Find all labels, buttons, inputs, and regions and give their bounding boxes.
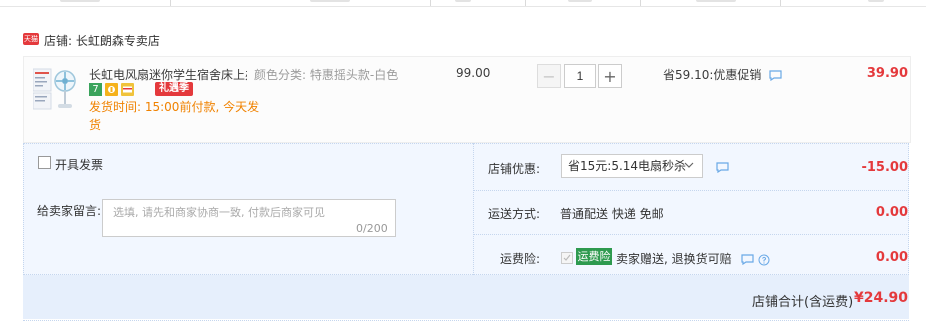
insurance-label: 运费险:	[499, 252, 540, 266]
ship-label: 运送方式:	[487, 207, 540, 221]
chevron-down-icon	[684, 162, 694, 168]
insurance-tag: 运费险	[576, 248, 612, 265]
product-sku: 颜色分类: 特惠摇头款-白色	[254, 68, 399, 82]
header-divider	[525, 0, 526, 6]
ship-time-line1: 发货时间: 15:00前付款, 今天发	[89, 100, 260, 114]
ship-method: 普通配送 快递 免邮	[560, 207, 664, 221]
bottom-divider	[23, 320, 909, 321]
insurance-desc: 卖家赠送, 退换货可赔	[616, 252, 732, 266]
insurance-cost: 0.00	[875, 250, 908, 265]
chat-icon[interactable]	[769, 70, 782, 82]
coupon-value: 省15元:5.14电扇秒杀	[568, 159, 687, 173]
insurance-text: 卖家赠送, 退换货可赔	[616, 250, 770, 267]
product-title[interactable]: 长虹电风扇迷你学生宿舍床上办...	[89, 66, 247, 83]
header-divider	[780, 0, 781, 6]
message-placeholder: 选填, 请先和商家协商一致, 付款后商家可见	[113, 206, 325, 219]
qty-plus-button[interactable]: +	[598, 64, 622, 88]
header-ghost	[60, 0, 100, 2]
ship-cost: 0.00	[875, 205, 908, 220]
table-header	[0, 0, 926, 7]
product-thumbnail[interactable]	[32, 66, 79, 112]
promo-text: 省59.10:优惠促销	[663, 66, 782, 83]
tmall-badge-icon: 天猫	[23, 33, 39, 45]
coupon-label: 店铺优惠:	[487, 162, 540, 176]
invoice-checkbox[interactable]	[38, 156, 51, 169]
chat-icon[interactable]	[716, 162, 729, 173]
seven-day-return-badge: 7	[89, 83, 102, 96]
unit-price: 99.00	[456, 66, 491, 80]
service-badge-icon	[105, 83, 118, 96]
header-divider	[430, 0, 431, 6]
shop-name[interactable]: 店铺: 长虹朗森专卖店	[44, 32, 160, 49]
row-divider	[474, 234, 909, 235]
header-ghost	[455, 0, 471, 2]
message-label: 给卖家留言:	[37, 204, 102, 218]
header-ghost	[310, 0, 350, 2]
invoice-label[interactable]: 开具发票	[55, 156, 103, 173]
header-ghost	[696, 0, 736, 2]
header-ghost	[868, 0, 884, 2]
gift-season-badge: 礼遇季	[155, 82, 193, 96]
ship-time-line2: 货	[89, 118, 102, 132]
qty-input[interactable]	[564, 64, 596, 88]
coupon-select[interactable]: 省15元:5.14电扇秒杀	[561, 154, 703, 178]
item-total: 39.90	[866, 66, 908, 81]
chat-icon[interactable]	[741, 254, 755, 266]
header-ghost	[568, 0, 592, 2]
promo-label: 省59.10:优惠促销	[663, 68, 762, 82]
card-badge-icon	[121, 83, 134, 96]
header-divider	[640, 0, 641, 6]
help-icon[interactable]	[758, 254, 770, 266]
qty-minus-button[interactable]: −	[537, 64, 561, 88]
insurance-checkbox[interactable]	[561, 252, 573, 264]
coupon-discount: -15.00	[861, 160, 908, 175]
shop-total-value: ¥24.90	[853, 290, 908, 306]
row-divider	[474, 190, 909, 191]
shop-total-label: 店铺合计(含运费)	[752, 295, 854, 310]
message-count: 0/200	[356, 222, 388, 235]
header-divider	[170, 0, 171, 6]
